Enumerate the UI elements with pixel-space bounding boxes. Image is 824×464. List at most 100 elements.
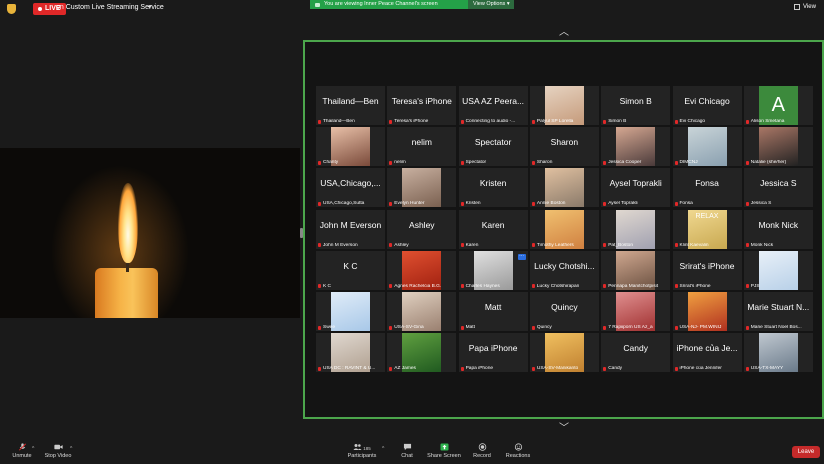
participant-tile[interactable]: Quincy Quincy [529, 292, 599, 331]
leave-button[interactable]: Leave [792, 446, 820, 458]
security-shield-icon[interactable] [7, 4, 16, 14]
participant-tile[interactable]: Chanty [316, 127, 385, 167]
participant-tile[interactable]: Agnes Rachelcia B.G. [387, 250, 457, 290]
participant-tile[interactable]: USA-TX-MAYY [743, 333, 813, 373]
microphone-muted-icon [531, 119, 535, 124]
participant-name: Swee [323, 325, 335, 330]
participants-options-caret-icon[interactable]: ^ [382, 446, 384, 452]
participant-tile[interactable]: Natalie (she/her) [743, 127, 813, 167]
participant-tile[interactable]: 7 Rapiiporn US Az_a [601, 292, 671, 331]
view-options-label: View Options [473, 1, 506, 7]
participant-tile[interactable]: Teresa's iPhone Teresa's iPhone [387, 86, 457, 125]
participant-tile[interactable]: Lucky Chotshi... Lucky Chotshirapan [529, 250, 599, 290]
participant-tile[interactable]: Matt Matt [458, 292, 528, 331]
participant-tile[interactable]: A Alison Smetana [743, 86, 813, 125]
microphone-muted-icon [318, 284, 321, 289]
participant-tile[interactable]: USA AZ Peera... Connecting to audio -... [458, 86, 528, 125]
participant-display-name: nelim [411, 137, 432, 148]
participant-tile[interactable]: AZ James [387, 333, 457, 373]
participant-tile[interactable]: Karen Karen [458, 209, 528, 249]
participant-name: USA-NJ- PM.WINIJ [679, 325, 722, 330]
participant-name: Simon B [608, 119, 627, 124]
participant-label: Thailand—Ben [318, 119, 383, 124]
zoom-window: LIVE on Custom Live Streaming Service ▾ … [0, 0, 824, 464]
participant-tile[interactable]: ··· Charles Haynes [458, 250, 528, 290]
participant-tile[interactable]: Simon B Simon B [601, 86, 671, 125]
microphone-muted-icon [745, 243, 749, 248]
microphone-muted-icon [318, 243, 321, 248]
participants-button[interactable]: 185 Participants [340, 443, 384, 459]
participant-tile[interactable]: PJS [743, 250, 813, 290]
participant-tile[interactable]: Fonsa Fonsa [672, 168, 742, 208]
participant-tile[interactable]: USA DC : RAVINT & U... [316, 333, 385, 373]
participant-tile[interactable]: Kristen Kristen [458, 168, 528, 208]
participant-tile[interactable]: Monk Nick Monk Nick [743, 209, 813, 249]
participant-tile[interactable]: Thailand—Ben Thailand—Ben [316, 86, 385, 125]
participant-tile[interactable]: Spectator Spectator [458, 127, 528, 167]
participant-tile[interactable]: Ashley Ashley [387, 209, 457, 249]
participant-tile[interactable]: Aysel Toprakli Aysel Toprakli [601, 168, 671, 208]
audio-options-caret-icon[interactable]: ^ [32, 446, 34, 452]
microphone-muted-icon [674, 243, 678, 248]
participant-tile[interactable]: K C K C [316, 250, 385, 290]
record-icon [478, 443, 486, 451]
video-options-caret-icon[interactable]: ^ [70, 446, 72, 452]
chevron-down-icon[interactable]: ▾ [148, 3, 152, 11]
participant-tile[interactable]: Srirat's iPhone Srirat's iPhone [672, 250, 742, 290]
participant-tile[interactable]: Candy Candy [601, 333, 671, 373]
participant-tile[interactable]: Annie Boston [529, 168, 599, 208]
meeting-toolbar: Unmute ^ Stop Video ^ 185 Participants ^… [0, 440, 824, 464]
participant-tile[interactable]: Palyul SP Lorella [529, 86, 599, 125]
participant-tile[interactable]: RELAX Klint Kaevalin [672, 209, 742, 249]
participant-tile[interactable]: Evi Chicago Evi Chicago [672, 86, 742, 125]
microphone-muted-icon [389, 284, 393, 289]
chat-label: Chat [401, 453, 413, 459]
more-options-icon[interactable]: ··· [517, 253, 526, 260]
reactions-button[interactable]: Reactions [496, 443, 540, 459]
participant-tile[interactable]: iPhone của Je... iPhone của Jennifer [672, 333, 742, 373]
participant-tile[interactable]: USA-NJ- PM.WINIJ [672, 292, 742, 331]
smiley-plus-icon [514, 443, 522, 451]
microphone-muted-icon [389, 119, 393, 124]
participant-tile[interactable]: USA-SV-Manikanto [529, 333, 599, 373]
participant-tile[interactable]: USA,Chicago,... USA,Chicago,Sutta [316, 168, 385, 208]
participant-display-name: Papa iPhone [468, 343, 518, 354]
participant-tile[interactable]: Swee [316, 292, 385, 331]
participant-tile[interactable]: Timothy Leathers [529, 209, 599, 249]
participant-tile[interactable]: John M Everson John M Everson [316, 209, 385, 249]
participant-name: USA,Chicago,Sutta [323, 201, 365, 207]
participant-name: John M Everson [323, 242, 358, 248]
participant-tile[interactable]: Marie Stuart N... Marie Stuart Noel Bos..… [743, 292, 813, 331]
chevron-down-icon[interactable]: ﹀ [557, 424, 571, 434]
microphone-muted-icon [460, 160, 464, 165]
participant-tile[interactable]: Jessica S Jessica S [743, 168, 813, 208]
share-screen-icon [440, 443, 448, 451]
chevron-up-icon[interactable]: ︿ [557, 28, 571, 38]
participant-tile[interactable]: Papa iPhone Papa iPhone [458, 333, 528, 373]
stop-video-button[interactable]: Stop Video [36, 443, 80, 459]
participant-display-name: USA AZ Peera... [462, 96, 525, 106]
participant-display-name: Aysel Toprakli [609, 178, 662, 189]
view-button[interactable]: View [794, 4, 816, 10]
participant-label: USA-SV-Manikanto [531, 366, 597, 371]
chevron-down-icon: ▾ [506, 1, 510, 7]
microphone-muted-icon [318, 160, 321, 165]
microphone-muted-icon [745, 201, 749, 206]
microphone-muted-icon [603, 366, 607, 371]
microphone-muted-icon [531, 325, 535, 330]
share-screen-label: Share Screen [427, 453, 461, 459]
participant-label: Agnes Rachelcia B.G. [389, 284, 454, 289]
view-options-button[interactable]: View Options ▾ [468, 0, 514, 9]
participant-tile[interactable]: Evelyn Hunter [387, 168, 457, 208]
participant-tile[interactable]: Pat_Boston [601, 209, 671, 249]
participant-tile[interactable]: USA-SV-Gina [387, 292, 457, 331]
participant-tile[interactable]: Sharon Sharon [529, 127, 599, 167]
participant-name: Evi Chicago [679, 119, 706, 124]
top-bar: LIVE on Custom Live Streaming Service ▾ … [0, 0, 824, 18]
participant-name: Monk Nick [750, 242, 774, 248]
participant-tile[interactable]: Jessica Cooper [601, 127, 671, 167]
participant-tile[interactable]: nelim nelim [387, 127, 457, 167]
participant-label: Evelyn Hunter [389, 201, 454, 206]
participant-tile[interactable]: DIMCNJ [672, 127, 742, 167]
participant-tile[interactable]: Pennapa Manitchotpisit [601, 250, 671, 290]
